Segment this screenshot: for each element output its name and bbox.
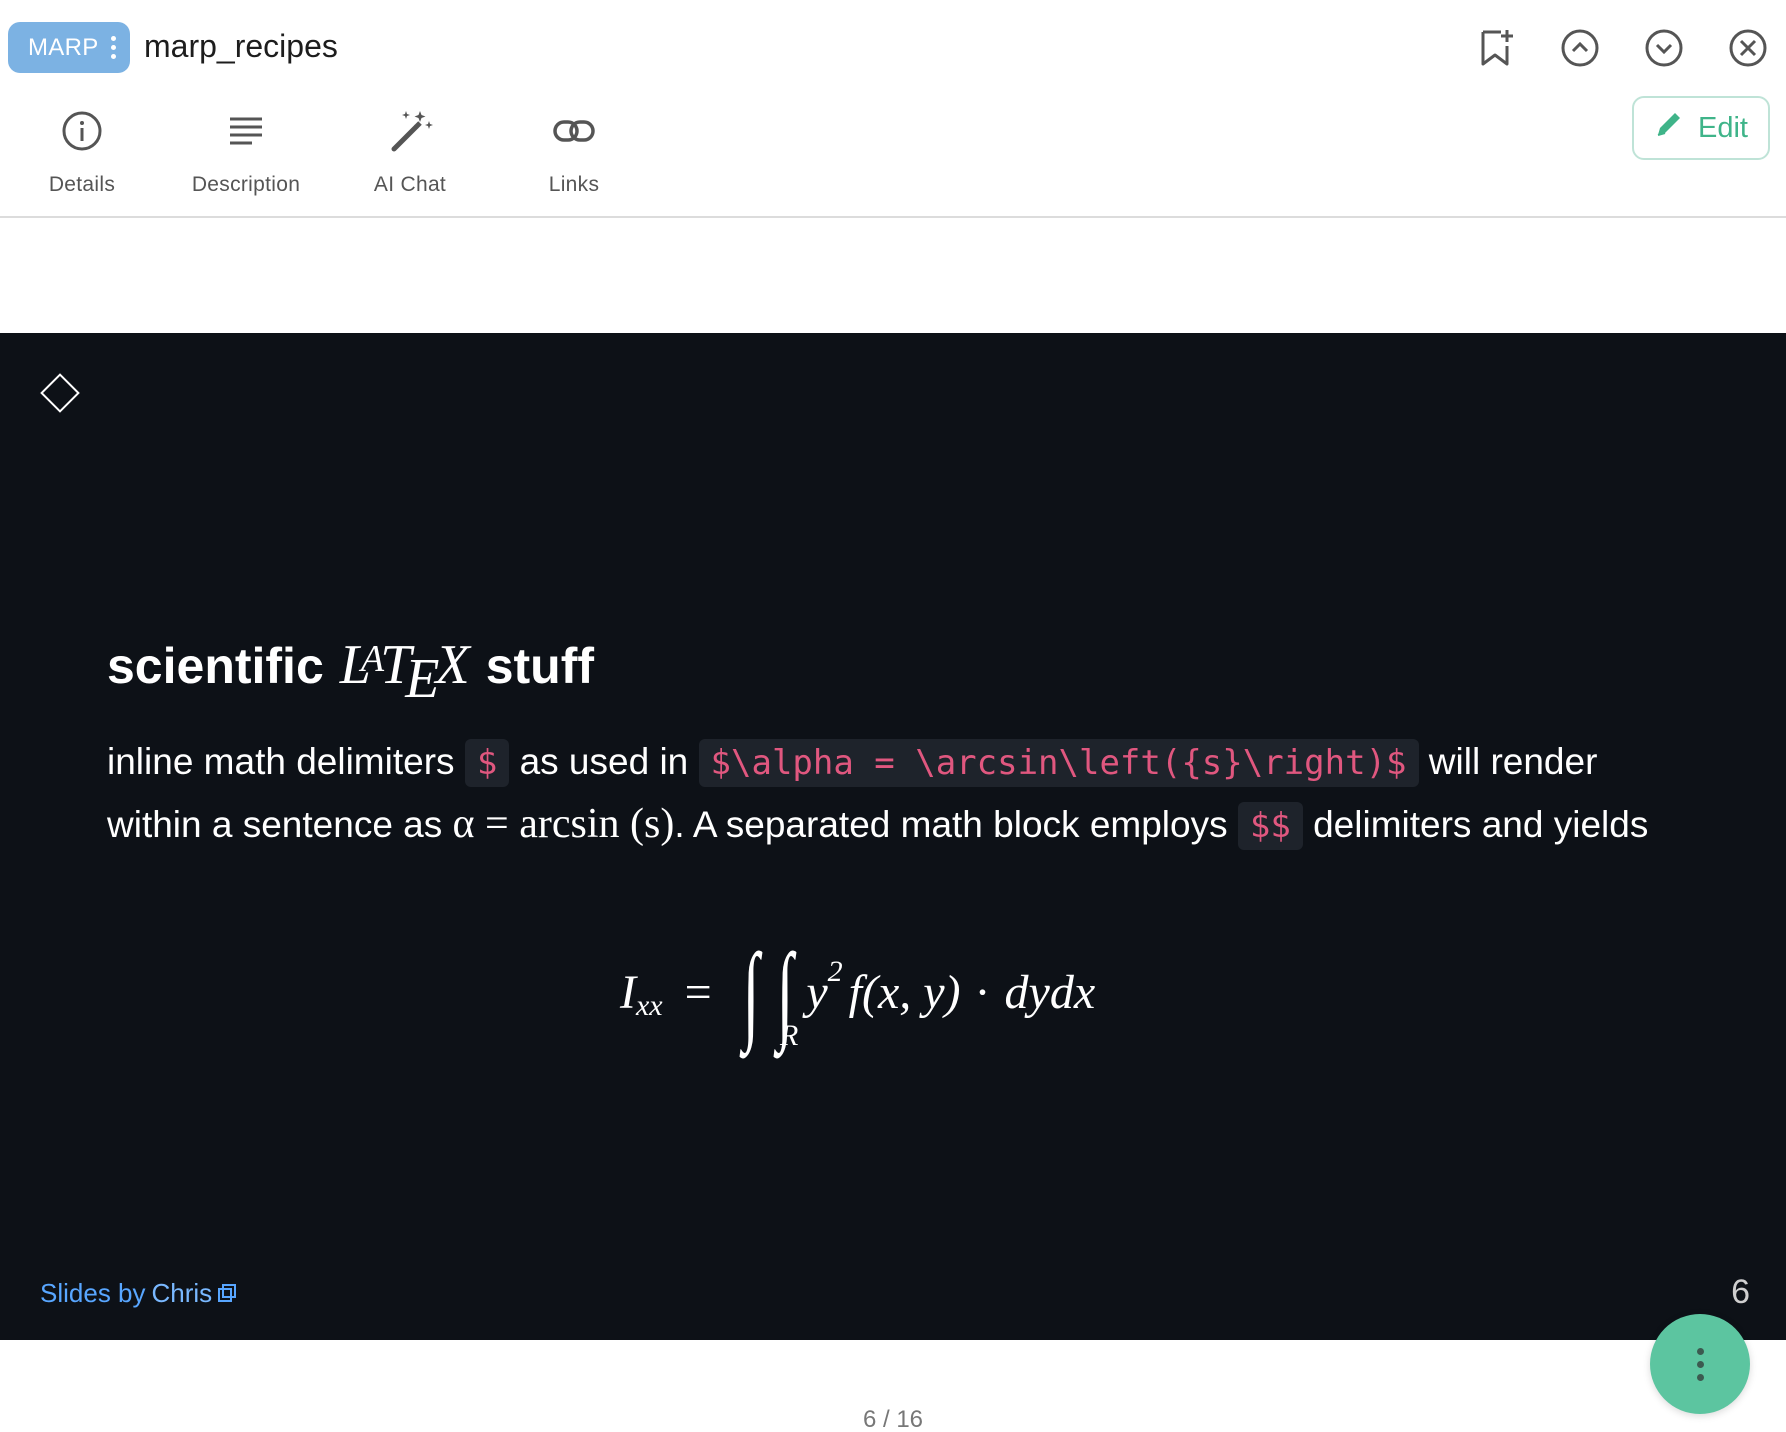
external-link-icon xyxy=(218,1278,237,1309)
tab-details[interactable]: Details xyxy=(0,105,164,215)
magic-wand-icon xyxy=(386,105,434,157)
tab-label: Details xyxy=(48,173,116,196)
inline-code: $\alpha = \arcsin\left({s}\right)$ xyxy=(698,739,1419,787)
tab-label: Links xyxy=(548,173,600,196)
document-panel: MARP marp_recipes Details Description AI… xyxy=(0,0,1786,1432)
tab-ai-chat[interactable]: AI Chat xyxy=(328,105,492,215)
slide-number: 6 xyxy=(1731,1273,1750,1311)
chevron-down-circle-icon[interactable] xyxy=(1642,26,1686,70)
bookmark-add-icon[interactable] xyxy=(1474,26,1518,70)
more-actions-button[interactable] xyxy=(1650,1314,1750,1414)
slide-author-link[interactable]: Slides by Chris xyxy=(40,1278,237,1309)
inline-math: α = arcsin (s) xyxy=(452,801,675,847)
top-actions xyxy=(1474,26,1770,70)
tag-label: MARP xyxy=(28,33,99,61)
pencil-icon xyxy=(1654,109,1684,147)
chevron-up-circle-icon[interactable] xyxy=(1558,26,1602,70)
tab-links[interactable]: Links xyxy=(492,105,656,215)
header-divider xyxy=(0,216,1786,218)
heading-text-pre: scientific xyxy=(107,638,324,694)
link-icon xyxy=(550,105,598,157)
slide-heading: scientific LATEX stuff xyxy=(107,633,595,710)
inline-code: $$ xyxy=(1237,802,1303,850)
description-lines-icon xyxy=(222,105,270,157)
tab-label: Description xyxy=(191,173,301,196)
tag-pill[interactable]: MARP xyxy=(8,22,130,73)
document-title: marp_recipes xyxy=(144,28,338,64)
inline-code: $ xyxy=(464,739,510,787)
edit-button[interactable]: Edit xyxy=(1632,96,1770,160)
tab-bar: Details Description AI Chat Links xyxy=(0,105,656,215)
page-indicator: 6 / 16 xyxy=(862,1406,924,1432)
tag-menu-icon[interactable] xyxy=(107,36,120,59)
tab-description[interactable]: Description xyxy=(164,105,328,215)
info-icon xyxy=(58,105,106,157)
heading-text-post: stuff xyxy=(485,638,595,694)
top-bar: MARP marp_recipes xyxy=(0,0,1786,95)
latex-logo: LATEX xyxy=(339,634,470,710)
diamond-icon xyxy=(40,373,80,413)
slide-paragraph: inline math delimiters $ as used in $\al… xyxy=(107,731,1687,857)
display-math: Ixx = ∫ ∫ R y2 f(x, y) · dydx xyxy=(620,931,1096,1053)
edit-label: Edit xyxy=(1698,111,1748,144)
slide-preview: scientific LATEX stuff inline math delim… xyxy=(0,333,1786,1340)
tab-label: AI Chat xyxy=(373,173,447,196)
close-circle-icon[interactable] xyxy=(1726,26,1770,70)
